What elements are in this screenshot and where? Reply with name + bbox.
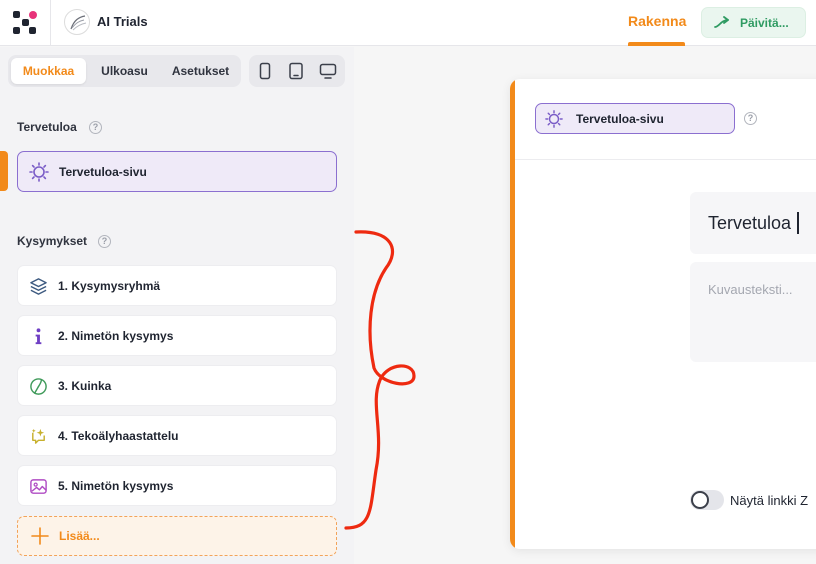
editor-tabs: Muokkaa Ulkoasu Asetukset <box>8 55 241 87</box>
mobile-icon[interactable] <box>255 61 275 81</box>
sun-icon <box>545 110 563 128</box>
tablet-icon[interactable] <box>286 61 306 81</box>
list-item[interactable]: 5. Nimetön kysymys <box>17 465 337 506</box>
page-preview: Tervetuloa-sivu ? Tervetuloa Kuvaustekst… <box>510 79 816 549</box>
active-tab-indicator <box>628 42 685 46</box>
tab-build[interactable]: Rakenna <box>628 13 686 29</box>
update-button[interactable]: Päivitä... <box>701 7 806 38</box>
tab-appearance[interactable]: Ulkoasu <box>88 58 161 84</box>
sun-icon <box>29 162 49 182</box>
list-item-label: 4. Tekoälyhaastattelu <box>58 429 179 443</box>
description-input[interactable]: Kuvausteksti... <box>690 262 816 362</box>
preview-accent-bar <box>510 79 515 549</box>
plus-icon <box>31 527 49 545</box>
help-icon[interactable]: ? <box>98 235 111 248</box>
desktop-icon[interactable] <box>318 61 338 81</box>
tab-settings[interactable]: Asetukset <box>163 58 238 84</box>
sidebar-item-label: Tervetuloa-sivu <box>59 165 147 179</box>
list-item-label: 1. Kysymysryhmä <box>58 279 161 293</box>
help-icon[interactable]: ? <box>89 121 102 134</box>
show-link-toggle[interactable] <box>690 490 724 510</box>
list-item[interactable]: 3. Kuinka <box>17 365 337 406</box>
page-type-label: Tervetuloa-sivu <box>576 112 664 126</box>
list-item-label: 2. Nimetön kysymys <box>58 329 174 343</box>
update-button-label: Päivitä... <box>740 16 789 30</box>
tab-edit[interactable]: Muokkaa <box>11 58 86 84</box>
toggle-knob <box>691 491 709 509</box>
active-item-marker <box>0 151 8 191</box>
title-input[interactable]: Tervetuloa <box>690 192 816 254</box>
list-item[interactable]: 2. Nimetön kysymys <box>17 315 337 356</box>
app-logo-icon[interactable] <box>12 10 38 36</box>
gauge-icon <box>30 378 47 395</box>
info-icon <box>35 328 42 345</box>
preview-divider <box>515 159 816 160</box>
sidebar: Muokkaa Ulkoasu Asetukset Tervetuloa ? T… <box>0 47 354 564</box>
questions-section-label: Kysymykset <box>17 234 88 248</box>
project-name[interactable]: AI Trials <box>97 14 148 29</box>
header-divider <box>50 0 51 46</box>
welcome-section-label: Tervetuloa <box>17 120 77 134</box>
arrow-trend-icon <box>714 16 729 28</box>
show-link-label: Näytä linkki Z <box>730 493 809 508</box>
title-input-value: Tervetuloa <box>708 213 792 233</box>
device-preview-switcher <box>249 55 345 87</box>
list-item-label: 5. Nimetön kysymys <box>58 479 174 493</box>
text-caret <box>797 212 799 234</box>
page-type-pill[interactable]: Tervetuloa-sivu <box>535 103 735 134</box>
add-question-label: Lisää... <box>59 529 100 543</box>
project-avatar-icon[interactable] <box>64 9 90 35</box>
sidebar-item-welcome-page[interactable]: Tervetuloa-sivu <box>17 151 337 192</box>
help-icon[interactable]: ? <box>744 112 757 125</box>
list-item-label: 3. Kuinka <box>58 379 112 393</box>
list-item[interactable]: 4. Tekoälyhaastattelu <box>17 415 337 456</box>
top-bar: AI Trials Rakenna Päivitä... <box>0 0 816 46</box>
image-icon <box>30 479 47 494</box>
ai-chat-icon <box>31 428 45 444</box>
description-placeholder: Kuvausteksti... <box>708 282 793 297</box>
add-question-button[interactable]: Lisää... <box>17 516 337 556</box>
list-item[interactable]: 1. Kysymysryhmä <box>17 265 337 306</box>
layers-icon <box>30 278 47 295</box>
